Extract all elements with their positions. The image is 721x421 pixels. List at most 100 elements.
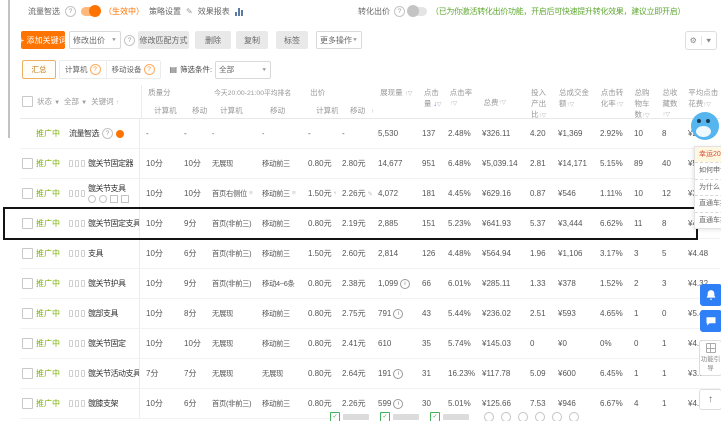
legend-item[interactable]: ✓ [430,412,469,421]
more-actions-select[interactable]: 更多操作 ▼ [316,31,362,49]
bar-chart-icon[interactable] [234,7,243,16]
header-cost[interactable]: 总费 ↑▽ [477,85,525,118]
bid-mobile-cell[interactable]: 2.26元✎ [336,188,372,199]
flow-smart-toggle[interactable] [81,5,101,17]
help-panel-item[interactable]: 幸运20 [695,147,721,163]
help-icon[interactable]: ? [394,6,405,17]
bid-pc-cell[interactable]: 0.80元✎ [302,398,336,409]
keyword-text[interactable]: 髋关节固定 [88,339,126,348]
keyword-text[interactable]: 髋部支具 [88,309,119,318]
header-bid-mobile[interactable]: 移动↑▽ [338,105,374,116]
legend-item[interactable]: ✓ [380,412,419,421]
bid-pc-cell[interactable]: 0.80元✎ [302,218,336,229]
row-checkbox[interactable] [22,158,33,169]
bid-pc-cell[interactable]: 0.80元✎ [302,278,336,289]
impression-info-icon[interactable]: i [393,398,404,409]
row-checkbox[interactable] [22,308,33,319]
row-checkbox[interactable] [22,368,33,379]
bid-mobile-cell[interactable]: 2.19元✎ [336,218,372,229]
keyword-text[interactable]: 髋关节支具 [88,184,126,193]
add-keyword-button[interactable]: + 添加关键词 [20,31,66,49]
bid-pc-cell[interactable]: 0.80元✎ [302,308,336,319]
gear-icon[interactable]: ⚙ [686,36,702,45]
row-checkbox[interactable] [22,338,33,349]
legend-item[interactable]: ✓ [330,412,369,421]
help-panel-item[interactable]: 如何申请图片功能 [695,162,721,178]
bid-pc-cell[interactable]: 1.50元✎ [302,248,336,259]
keyword-text[interactable]: 髋膝支架 [88,399,119,408]
bid-pc-cell[interactable]: 0.80元✎ [302,368,336,379]
bid-pc-cell[interactable]: 0.80元✎ [302,158,336,169]
table-row[interactable]: 推广中 髋部支具 ? 10分 8分 无展现≡ 移动前三≡ 0.80元✎ [20,299,720,329]
notification-button[interactable] [700,284,721,306]
header-ctr[interactable]: 点击率 ↑▽ [444,85,478,118]
table-row[interactable]: 推广中 流量智选 ? - - -≡ -≡ -✎ -✎ [20,119,720,149]
conversion-bid-toggle[interactable] [407,5,427,17]
bid-mobile-cell[interactable]: 2.80元✎ [336,158,372,169]
bid-mobile-cell[interactable]: 2.64元✎ [336,368,372,379]
header-impressions[interactable]: 展现量 ↑▽ [374,85,418,118]
row-checkbox[interactable] [22,398,33,409]
table-row[interactable]: 推广中 髋关节护具 ? 10分 9分 首页(非前三)≡ 移动4~6条≡ [20,269,720,299]
chat-button[interactable] [700,310,721,332]
header-quality-pc[interactable]: 计算机↑▽ [142,105,180,116]
tab-pc[interactable]: 计算机 ? [60,61,106,78]
header-roi[interactable]: 投入产出比↑▽ [525,85,553,118]
table-row[interactable]: 推广中 支具 ? 10分 6分 首页(非前三)≡ 移动前三≡ 1.50元 [20,239,720,269]
header-gmv[interactable]: 总成交金额↑▽ [553,85,595,118]
bid-pc-cell[interactable]: 0.80元✎ [302,338,336,349]
header-quality-mobile[interactable]: 移动↑▽ [180,105,208,116]
header-favs[interactable]: 总收藏数↑▽ [656,85,682,118]
modify-match-button[interactable]: 修改匹配方式 [138,31,189,49]
tag-button[interactable]: 标签 [276,31,308,49]
row-checkbox[interactable] [22,248,33,259]
filter-select[interactable]: 全部 ▼ [215,60,272,79]
help-icon[interactable]: ? [124,34,135,46]
impression-info-icon[interactable]: i [400,278,411,289]
help-panel-item[interactable]: 直通车推广 [695,195,721,211]
keyword-action-icons[interactable] [88,194,139,203]
header-rank-mobile[interactable]: 移动 [258,105,304,116]
back-to-top-button[interactable]: ↑ [699,389,721,410]
header-carts[interactable]: 总购物车数↑▽ [629,85,657,118]
table-row[interactable]: 推广中 髋关节固定支具 ? 10分 9分 首页(非前三)≡ 移动前三≡ [3,207,720,240]
row-checkbox[interactable] [22,188,33,199]
bid-mobile-cell[interactable]: -✎ [336,129,372,138]
effect-report-link[interactable]: 效果报表 [198,6,230,17]
keyword-text[interactable]: 髋关节固定支具 [88,219,139,228]
bid-pc-cell[interactable]: -✎ [302,129,336,138]
bid-mobile-cell[interactable]: 2.75元✎ [336,308,372,319]
header-rank-pc[interactable]: 计算机 [208,105,258,116]
bid-pc-cell[interactable]: 1.50元✎ [302,188,336,199]
row-checkbox[interactable] [22,278,33,289]
header-all[interactable]: 全部 ▼ [64,96,87,107]
bid-mobile-cell[interactable]: 2.60元✎ [336,248,372,259]
tab-summary[interactable]: 汇总 [22,60,56,79]
rank-trend-icon[interactable]: ≡ [292,190,296,197]
bid-mobile-cell[interactable]: 2.26元✎ [336,398,372,409]
copy-button[interactable]: 复制 [236,31,268,49]
bid-mobile-cell[interactable]: 2.38元✎ [336,278,372,289]
keyword-text[interactable]: 髋关节活动支具 [88,369,139,378]
tab-mobile[interactable]: 移动设备 ? [105,61,160,78]
assistant-mascot[interactable] [691,112,719,140]
table-row[interactable]: 推广中 髋关节固定器 ? 10分 10分 无展现≡ 移动前三≡ 0.80 [20,149,720,179]
table-row[interactable]: 推广中 髋关节支具 ? 10分 10分 首页右侧位≡ 移动前三≡ 1.5 [20,179,720,209]
legend-tool-icons[interactable] [484,412,579,421]
edit-icon[interactable]: ✎ [186,7,193,16]
rank-trend-icon[interactable]: ≡ [249,190,253,197]
header-cvr[interactable]: 点击转化率↑▽ [595,85,629,118]
keyword-text[interactable]: 支具 [88,249,104,258]
header-status[interactable]: 状态 ▼ [37,96,60,107]
table-row[interactable]: 推广中 髋关节活动支具 ? 7分 7分 无展现≡ 无展现≡ 0.80元✎ [20,359,720,389]
header-bid-pc[interactable]: 计算机↑▽ [304,105,338,116]
keyword-text[interactable]: 髋关节固定器 [88,159,134,168]
select-all-checkbox[interactable] [22,96,33,107]
feature-guide-button[interactable]: 功能引导 [699,340,721,377]
strategy-settings-link[interactable]: 策略设置 [149,6,181,17]
modify-bid-select[interactable]: 修改出价 ▼ [69,31,121,49]
keyword-text[interactable]: 髋关节护具 [88,279,126,288]
row-checkbox[interactable] [22,218,33,229]
keyword-text[interactable]: 流量智选 [69,129,100,138]
header-keyword[interactable]: 关键词 ↑ [91,96,119,107]
